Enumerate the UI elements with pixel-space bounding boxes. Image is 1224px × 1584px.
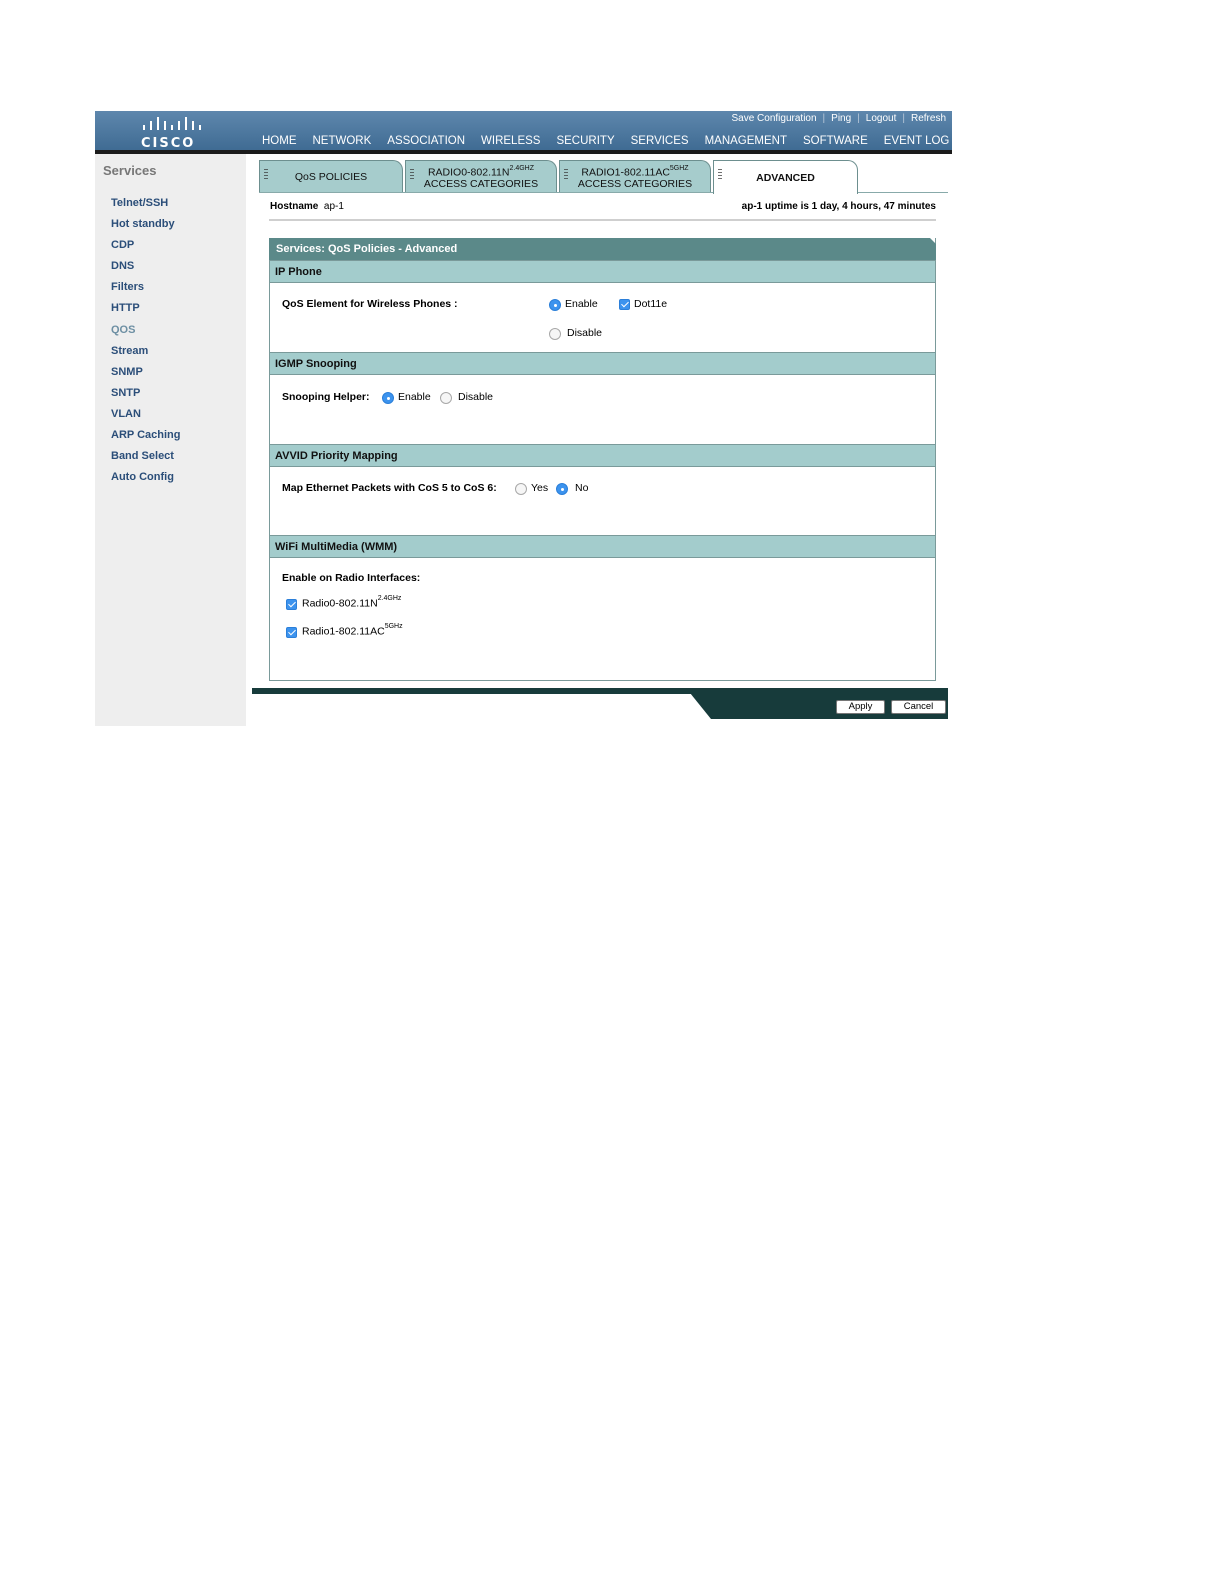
qos-element-disable-label: Disable xyxy=(567,327,603,339)
section-ip-phone: IP Phone xyxy=(270,260,935,283)
sidebar-title: Services xyxy=(103,163,157,178)
sidebar: Services Telnet/SSH Hot standby CDP DNS … xyxy=(95,154,246,726)
qos-element-enable-label: Enable xyxy=(565,298,598,310)
sidebar-item-dns[interactable]: DNS xyxy=(111,259,180,280)
uptime-text: ap-1 uptime is 1 day, 4 hours, 47 minute… xyxy=(741,201,936,212)
sidebar-item-telnet-ssh[interactable]: Telnet/SSH xyxy=(111,196,180,217)
radio1-band: 5GHz xyxy=(384,623,403,630)
refresh-link[interactable]: Refresh xyxy=(911,113,946,124)
tab-label-sup: 5GHZ xyxy=(669,164,689,172)
tab-qos-policies[interactable]: QoS POLICIES xyxy=(259,160,403,193)
utility-links: Save Configuration | Ping | Logout | Refresh xyxy=(731,113,946,124)
qos-advanced-panel: Services: QoS Policies - Advanced IP Pho… xyxy=(269,238,936,681)
section-wmm: WiFi MultiMedia (WMM) xyxy=(270,535,935,558)
sidebar-item-qos[interactable]: QOS xyxy=(111,323,180,344)
tab-label: ADVANCED xyxy=(756,171,815,184)
radio0-band: 2.4GHz xyxy=(377,595,402,602)
radio0-wmm-checkbox[interactable] xyxy=(286,599,297,610)
sidebar-item-cdp[interactable]: CDP xyxy=(111,238,180,259)
dot11e-checkbox[interactable] xyxy=(619,299,630,310)
radio1-name: Radio1-802.11AC xyxy=(302,625,385,638)
info-divider xyxy=(269,219,936,221)
panel-title: Services: QoS Policies - Advanced xyxy=(269,238,936,260)
hostname-label: Hostname xyxy=(270,201,319,212)
sidebar-item-auto-config[interactable]: Auto Config xyxy=(111,470,180,491)
tab-radio0-access-categories[interactable]: RADIO0-802.11N2.4GHZ ACCESS CATEGORIES xyxy=(405,160,557,193)
tab-bar: QoS POLICIES RADIO0-802.11N2.4GHZ ACCESS… xyxy=(259,160,860,194)
tab-label: RADIO1-802.11AC5GHZ ACCESS CATEGORIES xyxy=(578,164,692,191)
sidebar-item-hot-standby[interactable]: Hot standby xyxy=(111,217,180,238)
cisco-logo: CISCO xyxy=(135,115,205,151)
section-igmp-snooping: IGMP Snooping xyxy=(270,352,935,375)
tab-label-line1: RADIO0-802.11N xyxy=(427,166,510,179)
sidebar-item-sntp[interactable]: SNTP xyxy=(111,386,180,407)
section-avvid-priority-mapping: AVVID Priority Mapping xyxy=(270,444,935,467)
hostname-info: Hostname ap-1 xyxy=(270,201,344,212)
tab-label-line2: ACCESS CATEGORIES xyxy=(577,178,693,191)
snooping-disable-label: Disable xyxy=(458,391,494,403)
sidebar-item-snmp[interactable]: SNMP xyxy=(111,365,180,386)
grip-icon xyxy=(718,169,722,181)
qos-element-enable-radio[interactable] xyxy=(549,299,561,311)
top-header: CISCO Save Configuration | Ping | Logout | Ref… xyxy=(95,111,952,154)
tab-label: QoS POLICIES xyxy=(294,171,368,183)
tab-radio1-access-categories[interactable]: RADIO1-802.11AC5GHZ ACCESS CATEGORIES xyxy=(559,160,711,193)
sidebar-list: Telnet/SSH Hot standby CDP DNS Filters H… xyxy=(111,196,180,491)
snooping-helper-label: Snooping Helper: xyxy=(282,391,370,403)
sidebar-item-arp-caching[interactable]: ARP Caching xyxy=(111,428,180,449)
qos-element-disable-radio[interactable] xyxy=(549,328,561,340)
radio0-wmm-label: Radio0-802.11N2.4GHz xyxy=(302,595,402,610)
sidebar-item-http[interactable]: HTTP xyxy=(111,301,180,322)
sidebar-item-stream[interactable]: Stream xyxy=(111,344,180,365)
tab-label-sup: 2.4GHZ xyxy=(509,164,534,172)
grip-icon xyxy=(410,169,414,181)
dot11e-label: Dot11e xyxy=(634,298,668,310)
map-ethernet-yes-radio[interactable] xyxy=(515,483,527,495)
sidebar-item-band-select[interactable]: Band Select xyxy=(111,449,180,470)
radio0-name: Radio0-802.11N xyxy=(302,597,378,610)
tab-advanced[interactable]: ADVANCED xyxy=(713,160,858,194)
map-ethernet-no-radio[interactable] xyxy=(556,483,568,495)
snooping-enable-label: Enable xyxy=(398,391,431,403)
enable-radio-interfaces-label: Enable on Radio Interfaces: xyxy=(282,572,421,584)
logout-link[interactable]: Logout xyxy=(866,113,897,124)
snooping-enable-radio[interactable] xyxy=(382,392,394,404)
snooping-disable-radio[interactable] xyxy=(440,392,452,404)
tab-label: RADIO0-802.11N2.4GHZ ACCESS CATEGORIES xyxy=(424,164,538,191)
grip-icon xyxy=(564,169,568,181)
apply-button[interactable]: Apply xyxy=(836,700,885,714)
map-ethernet-yes-label: Yes xyxy=(531,482,549,494)
hostname-value: ap-1 xyxy=(323,201,344,212)
map-ethernet-no-label: No xyxy=(575,482,589,494)
ping-link[interactable]: Ping xyxy=(831,113,851,124)
grip-icon xyxy=(264,169,268,181)
qos-element-label: QoS Element for Wireless Phones : xyxy=(282,298,458,310)
radio1-wmm-checkbox[interactable] xyxy=(286,627,297,638)
map-ethernet-label: Map Ethernet Packets with CoS 5 to CoS 6… xyxy=(282,482,497,494)
tab-label-line1: RADIO1-802.11AC xyxy=(581,166,670,179)
sidebar-item-filters[interactable]: Filters xyxy=(111,280,180,301)
radio1-wmm-label: Radio1-802.11AC5GHz xyxy=(302,623,403,638)
sidebar-item-vlan[interactable]: VLAN xyxy=(111,407,180,428)
save-configuration-link[interactable]: Save Configuration xyxy=(731,113,816,124)
cancel-button[interactable]: Cancel xyxy=(891,700,946,714)
cisco-logo-text: CISCO xyxy=(141,136,196,151)
tab-label-line2: ACCESS CATEGORIES xyxy=(423,178,539,191)
